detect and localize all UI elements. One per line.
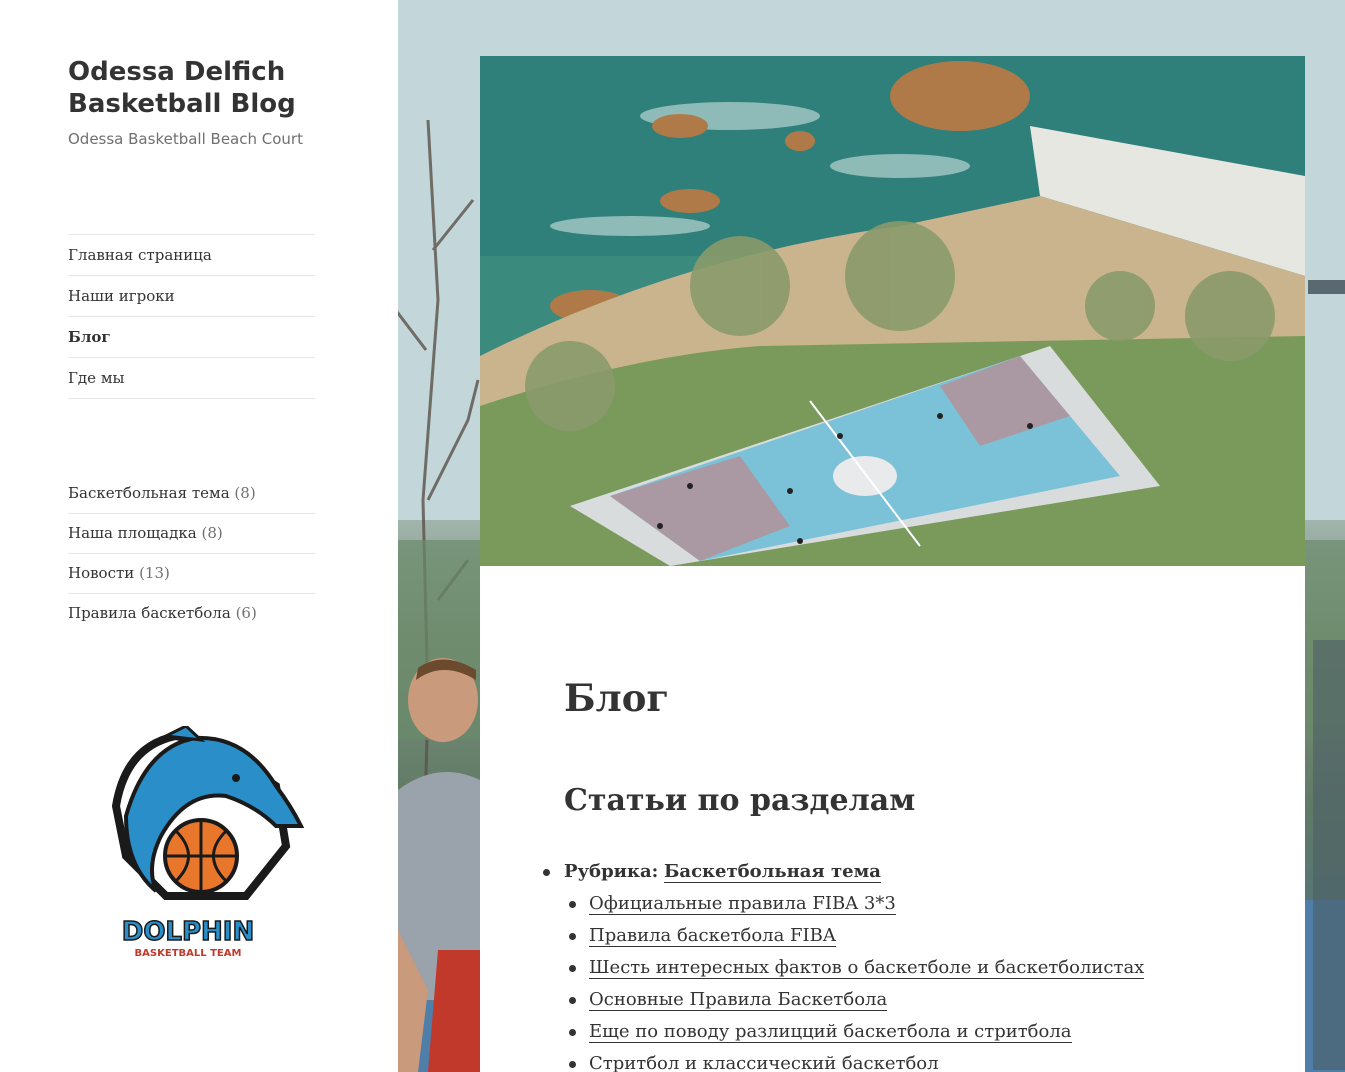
circle-bullet-icon [569,997,576,1004]
rubric-link[interactable]: Баскетбольная тема [664,861,881,883]
category-count: (8) [201,524,223,542]
category-count: (6) [235,604,257,622]
post-link[interactable]: Официальные правила FIBA 3*3 [589,893,896,915]
post-list-item: Шесть интересных фактов о баскетболе и б… [569,952,1264,984]
rubric-posts: Официальные правила FIBA 3*3 Правила бас… [564,888,1264,1072]
category-item[interactable]: Наша площадка (8) [68,514,315,554]
post-list-item: Правила баскетбола FIBA [569,920,1264,952]
post-link[interactable]: Основные Правила Баскетбола [589,989,888,1011]
category-item[interactable]: Баскетбольная тема (8) [68,474,315,514]
circle-bullet-icon [569,1061,576,1068]
site-description: Odessa Basketball Beach Court [68,130,303,148]
category-count: (8) [234,484,256,502]
menu-item-label: Где мы [68,369,125,387]
post-link[interactable]: Правила баскетбола FIBA [589,925,836,947]
bullet-icon [543,869,550,876]
category-count: (13) [139,564,170,582]
circle-bullet-icon [569,965,576,972]
category-link[interactable]: Наша площадка [68,524,197,542]
dolphin-team-logo: DOLPHIN BASKETBALL TEAM [111,726,305,959]
page-title: Блог [564,676,670,720]
category-link[interactable]: Правила баскетбола [68,604,231,622]
post-link[interactable]: Еще по поводу разлицций баскетбола и стр… [589,1021,1072,1043]
categories-widget: Баскетбольная тема (8) Наша площадка (8)… [68,474,315,633]
circle-bullet-icon [569,1029,576,1036]
post-link[interactable]: Шесть интересных фактов о баскетболе и б… [589,957,1145,979]
post-list-item: Официальные правила FIBA 3*3 [569,888,1264,920]
post-list-item: Еще по поводу разлицций баскетбола и стр… [569,1016,1264,1048]
post-list-item: Основные Правила Баскетбола [569,984,1264,1016]
svg-text:BASKETBALL TEAM: BASKETBALL TEAM [135,948,242,959]
rubric-label: Рубрика: [564,861,659,882]
sidebar: Odessa Delfich Basketball Blog Odessa Ba… [0,0,398,1072]
section-heading: Статьи по разделам [564,783,916,818]
blog-article: Блог Статьи по разделам Рубрика: Баскетб… [480,56,1305,1072]
category-link[interactable]: Новости [68,564,134,582]
menu-item-blog[interactable]: Блог [68,316,315,357]
category-item[interactable]: Правила баскетбола (6) [68,594,315,633]
menu-item-home[interactable]: Главная страница [68,234,315,275]
post-link[interactable]: Стритбол и классический баскетбол [589,1053,939,1072]
articles-by-section-list: Рубрика: Баскетбольная тема Официальные … [543,856,1264,1072]
category-link[interactable]: Баскетбольная тема [68,484,230,502]
rubric-item: Рубрика: Баскетбольная тема Официальные … [543,856,1264,1072]
menu-item-location[interactable]: Где мы [68,357,315,399]
site-title[interactable]: Odessa Delfich Basketball Blog [68,56,318,120]
circle-bullet-icon [569,933,576,940]
svg-text:DOLPHIN: DOLPHIN [122,917,255,947]
menu-item-label: Главная страница [68,246,212,264]
category-item[interactable]: Новости (13) [68,554,315,594]
post-list-item: Стритбол и классический баскетбол [569,1048,1264,1072]
menu-item-label: Наши игроки [68,287,175,305]
menu-item-label: Блог [68,328,111,346]
court-aerial-photo [480,56,1305,566]
menu-item-players[interactable]: Наши игроки [68,275,315,316]
main-menu: Главная страница Наши игроки Блог Где мы [68,234,315,399]
circle-bullet-icon [569,901,576,908]
